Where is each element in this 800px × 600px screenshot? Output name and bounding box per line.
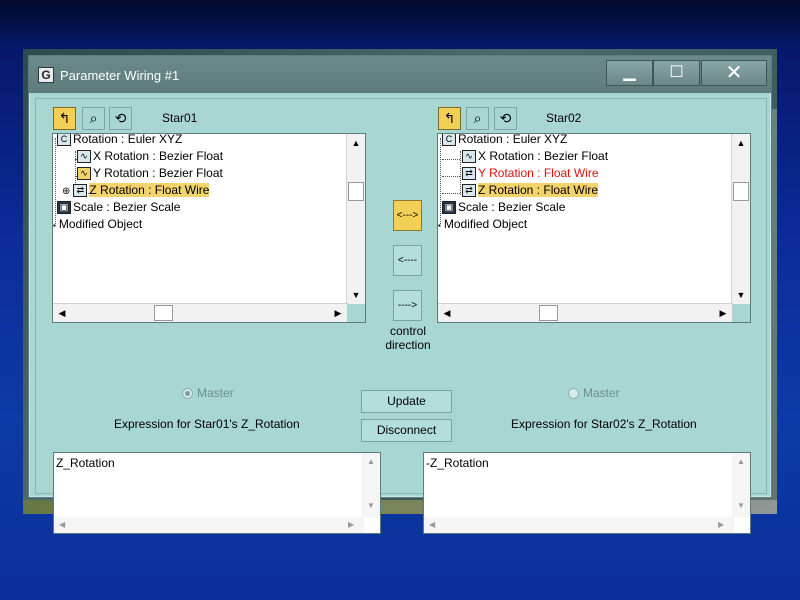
scroll-up-icon[interactable]: ▲ (348, 135, 364, 151)
scroll-right-icon[interactable]: ▶ (715, 305, 731, 321)
wire-icon: ⇄ (73, 184, 88, 198)
control-direction-label: control direction (385, 324, 431, 352)
close-button[interactable]: ✕ (701, 60, 767, 86)
tree-item[interactable]: C Rotation : Euler XYZ (442, 134, 567, 148)
tree-item[interactable]: ∿ X Rotation : Bezier Float (77, 148, 223, 165)
radio-icon (568, 388, 579, 400)
radio-icon (182, 388, 193, 400)
right-expression-input[interactable]: -Z_Rotation ▲ ▼ ◀ ▶ (423, 452, 751, 534)
left-parent-icon[interactable]: ↰ (53, 107, 76, 130)
right-tree-vscroll[interactable]: ▲ ▼ (731, 134, 750, 305)
dialog-body: ↰ ⌕ ⟲ Star01 ↰ ⌕ ⟲ Star02 C Rotation : Eu… (35, 98, 767, 534)
left-find-icon[interactable]: ⌕ (82, 107, 105, 130)
left-refresh-icon[interactable]: ⟲ (109, 107, 132, 130)
scroll-up-icon[interactable]: ▲ (733, 135, 749, 151)
right-track-tree[interactable]: C Rotation : Euler XYZ ∿ X Rotation : Bezi… (437, 133, 751, 323)
expr-hscroll[interactable]: ◀ ▶ (54, 517, 364, 533)
scroll-thumb[interactable] (348, 182, 364, 201)
tree-item-selected[interactable]: ⇄ Z Rotation : Float Wire (462, 182, 599, 199)
expand-marker-icon: ▪ (438, 221, 441, 230)
scale-icon: ▣ (442, 201, 456, 215)
expand-icon[interactable]: ⊕ (62, 186, 70, 197)
left-tree-rows: C Rotation : Euler XYZ ∿ X Rotation : Bezi… (53, 134, 348, 305)
expand-marker-icon: ▪ (53, 221, 56, 230)
left-track-tree[interactable]: C Rotation : Euler XYZ ∿ X Rotation : Bezi… (52, 133, 366, 323)
left-node-name: Star01 (162, 111, 198, 125)
expr-vscroll[interactable]: ▲ ▼ (362, 453, 380, 517)
left-expression-input[interactable]: Z_Rotation ▲ ▼ ◀ ▶ (53, 452, 381, 534)
disconnect-button[interactable]: Disconnect (361, 419, 452, 442)
scroll-corner (732, 304, 750, 322)
right-find-icon[interactable]: ⌕ (466, 107, 489, 130)
bezier-curve-icon: ∿ (77, 150, 91, 164)
scroll-down-icon[interactable]: ▼ (733, 287, 749, 303)
tree-item-selected[interactable]: ⊕ ⇄ Z Rotation : Float Wire (62, 182, 210, 199)
tree-item[interactable]: ▣ Scale : Bezier Scale (57, 199, 180, 216)
tree-item[interactable]: ▪ Modified Object (53, 216, 142, 233)
scroll-thumb[interactable] (539, 305, 558, 321)
left-tree-vscroll[interactable]: ▲ ▼ (346, 134, 365, 305)
rotation-icon: C (442, 134, 456, 147)
tree-item[interactable]: ▣ Scale : Bezier Scale (442, 199, 565, 216)
maximize-button[interactable]: ☐ (653, 60, 700, 86)
left-master-radio[interactable]: Master (182, 386, 234, 400)
scroll-right-icon[interactable]: ▶ (330, 305, 346, 321)
left-to-right-direction-button[interactable]: ----> (393, 290, 422, 321)
wire-icon: ⇄ (462, 184, 476, 198)
app-icon: G (38, 67, 54, 83)
left-tree-hscroll[interactable]: ◀ ▶ (53, 303, 348, 322)
scroll-down-icon[interactable]: ▼ (348, 287, 364, 303)
scale-icon: ▣ (57, 201, 71, 215)
tree-item-wired[interactable]: ⇄ Y Rotation : Float Wire (462, 165, 599, 182)
bezier-curve-icon: ∿ (462, 150, 476, 164)
right-node-name: Star02 (546, 111, 582, 125)
scroll-thumb[interactable] (733, 182, 749, 201)
scroll-corner (347, 304, 365, 322)
update-button[interactable]: Update (361, 390, 452, 413)
rotation-icon: C (57, 134, 71, 147)
right-expression-label: Expression for Star02's Z_Rotation (511, 417, 697, 431)
expr-vscroll[interactable]: ▲ ▼ (732, 453, 750, 517)
scroll-left-icon[interactable]: ◀ (439, 305, 455, 321)
right-tree-rows: C Rotation : Euler XYZ ∿ X Rotation : Bezi… (438, 134, 733, 305)
two-way-direction-button[interactable]: <---> (393, 200, 422, 231)
expr-hscroll[interactable]: ◀ ▶ (424, 517, 734, 533)
right-to-left-direction-button[interactable]: <---- (393, 245, 422, 276)
right-tree-hscroll[interactable]: ◀ ▶ (438, 303, 733, 322)
minimize-button[interactable]: ▁ (606, 60, 653, 86)
scroll-thumb[interactable] (154, 305, 173, 321)
scroll-left-icon[interactable]: ◀ (54, 305, 70, 321)
tree-item[interactable]: ∿ X Rotation : Bezier Float (462, 148, 608, 165)
tree-item[interactable]: C Rotation : Euler XYZ (57, 134, 182, 148)
parameter-wiring-dialog: G Parameter Wiring #1 ▁ ☐ ✕ ↰ ⌕ ⟲ Star01… (28, 55, 772, 534)
window-title: Parameter Wiring #1 (60, 68, 180, 83)
title-bar[interactable]: G Parameter Wiring #1 ▁ ☐ ✕ (29, 56, 771, 93)
right-parent-icon[interactable]: ↰ (438, 107, 461, 130)
tree-item[interactable]: ∿ Y Rotation : Bezier Float (77, 165, 223, 182)
bezier-curve-icon: ∿ (77, 167, 91, 181)
left-expression-label: Expression for Star01's Z_Rotation (114, 417, 300, 431)
right-master-radio[interactable]: Master (568, 386, 620, 400)
tree-item[interactable]: ▪ Modified Object (438, 216, 527, 233)
wire-icon: ⇄ (462, 167, 476, 181)
right-refresh-icon[interactable]: ⟲ (494, 107, 517, 130)
